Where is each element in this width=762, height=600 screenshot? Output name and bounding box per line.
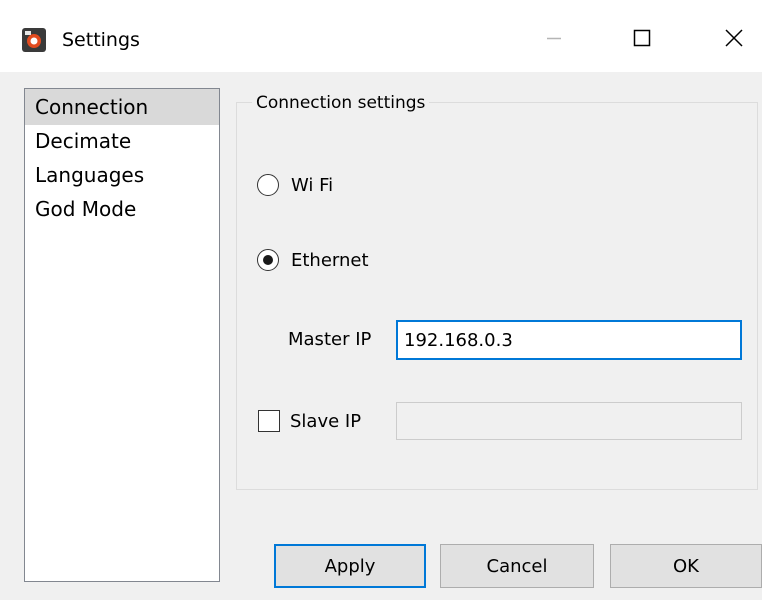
- app-logo-icon: [22, 28, 46, 52]
- slave-ip-input[interactable]: [396, 402, 742, 440]
- settings-category-list: Connection Decimate Languages God Mode: [24, 88, 220, 582]
- sidebar-item-god-mode[interactable]: God Mode: [25, 191, 219, 227]
- ethernet-label: Ethernet: [291, 249, 369, 271]
- sidebar-item-decimate[interactable]: Decimate: [25, 123, 219, 159]
- minimize-icon: [547, 37, 561, 40]
- slave-ip-checkbox-option[interactable]: Slave IP: [258, 407, 361, 435]
- sidebar-item-connection[interactable]: Connection: [25, 89, 219, 125]
- group-title: Connection settings: [252, 90, 430, 116]
- slave-ip-checkbox[interactable]: [258, 410, 280, 432]
- cancel-button[interactable]: Cancel: [440, 544, 594, 588]
- slave-ip-label: Slave IP: [290, 410, 362, 432]
- settings-window: Settings Connection Decimate Languages G…: [0, 0, 762, 600]
- apply-button[interactable]: Apply: [274, 544, 426, 588]
- ethernet-radio[interactable]: [257, 249, 279, 271]
- close-button[interactable]: [706, 18, 762, 58]
- close-icon: [725, 29, 743, 47]
- title-bar[interactable]: Settings: [0, 0, 762, 72]
- ok-button[interactable]: OK: [610, 544, 762, 588]
- sidebar-item-languages[interactable]: Languages: [25, 157, 219, 193]
- wifi-radio-option[interactable]: Wi Fi: [257, 170, 333, 200]
- wifi-radio[interactable]: [257, 174, 279, 196]
- window-title: Settings: [62, 29, 140, 51]
- master-ip-input[interactable]: [396, 320, 742, 360]
- wifi-label: Wi Fi: [291, 174, 334, 196]
- master-ip-label: Master IP: [288, 329, 372, 350]
- maximize-icon: [633, 29, 651, 47]
- minimize-button[interactable]: [526, 18, 582, 58]
- ethernet-radio-option[interactable]: Ethernet: [257, 245, 369, 275]
- maximize-button[interactable]: [614, 18, 670, 58]
